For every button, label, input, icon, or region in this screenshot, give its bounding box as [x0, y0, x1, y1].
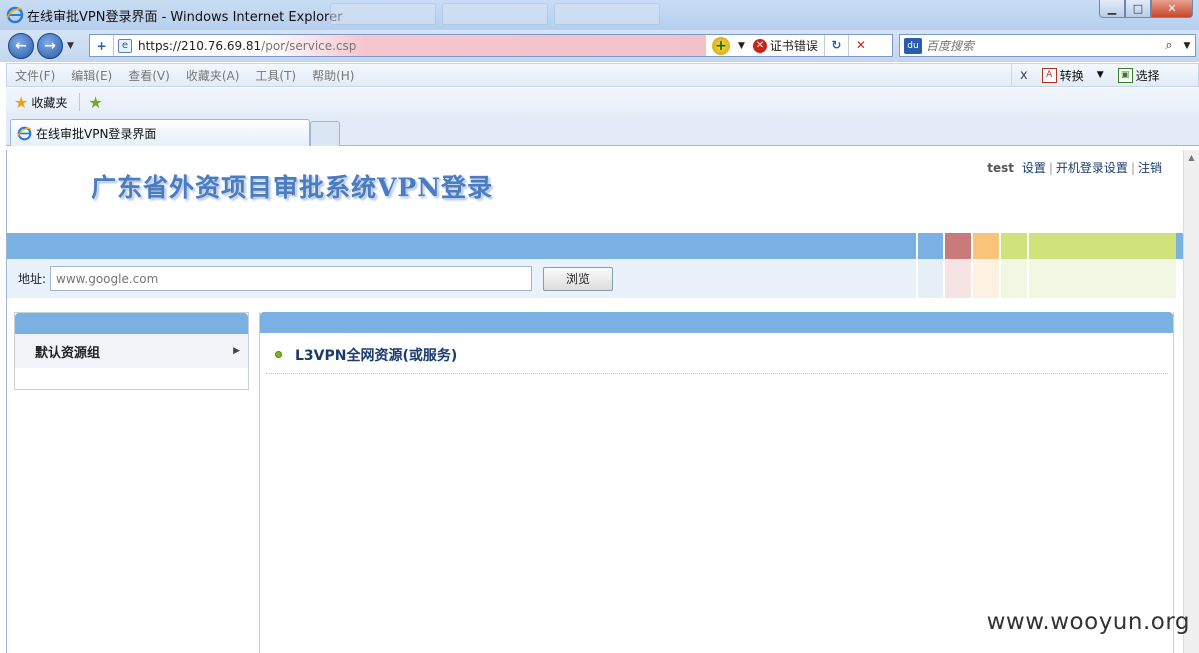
toolbar-right: x A 转换 ▼ ▣ 选择 — [1011, 64, 1160, 86]
pdf-convert-icon: A — [1041, 67, 1057, 83]
color-blocks — [916, 233, 1176, 298]
new-tab-button[interactable] — [310, 121, 340, 146]
menu-favorites[interactable]: 收藏夹(A) — [178, 67, 248, 84]
certificate-error-button[interactable]: ✕ 证书错误 — [752, 35, 825, 56]
navigation-bar: ← → ▼ + e https://210.76.69.81/por/servi… — [0, 30, 1199, 62]
resource-link[interactable]: L3VPN全网资源(或服务) — [295, 345, 457, 365]
window-titlebar: 在线审批VPN登录界面 - Windows Internet Explorer … — [0, 0, 1199, 30]
select-button[interactable]: ▣ 选择 — [1117, 67, 1160, 84]
page-header: 广东省外资项目审批系统VPN登录 test 设置 | 开机登录设置 | 注销 — [7, 150, 1183, 234]
convert-button[interactable]: A 转换 ▼ — [1041, 67, 1104, 84]
add-favorite-icon[interactable]: ★ — [88, 93, 102, 112]
search-dropdown-icon[interactable]: ▼ — [1179, 41, 1195, 51]
close-window-button[interactable]: ✕ — [1151, 0, 1193, 18]
search-box: du ⌕ ▼ — [899, 34, 1196, 57]
address-bar: + e https://210.76.69.81/por/service.csp… — [89, 34, 893, 57]
panel-header — [15, 313, 248, 334]
browse-button[interactable]: 浏览 — [543, 266, 614, 291]
watermark: www.wooyun.org — [986, 609, 1190, 635]
color-block — [916, 233, 943, 298]
menu-file[interactable]: 文件(F) — [7, 67, 63, 84]
favorites-bar: ★ 收藏夹 ★ — [6, 88, 1199, 116]
stop-button[interactable]: ✕ — [849, 35, 873, 56]
go-icon[interactable]: + — [712, 36, 730, 55]
divider: | — [1130, 161, 1135, 175]
convert-label: 转换 — [1059, 68, 1084, 83]
color-block — [1027, 233, 1176, 298]
bullet-icon — [275, 351, 282, 358]
resource-group-label: 默认资源组 — [35, 345, 101, 361]
close-toolbar-button[interactable]: x — [1020, 68, 1028, 83]
divider — [79, 93, 81, 111]
compatibility-icon[interactable]: + — [90, 35, 114, 56]
window-controls: ▁ □ ✕ — [1099, 0, 1193, 18]
forward-arrow-icon: → — [44, 38, 56, 54]
internet-explorer-icon — [6, 6, 24, 24]
address-dropdown-icon[interactable]: ▼ — [738, 41, 745, 51]
logout-link[interactable]: 注销 — [1138, 161, 1162, 175]
internet-explorer-icon — [17, 126, 32, 140]
chevron-right-icon: ▶ — [233, 346, 240, 356]
divider: | — [1048, 161, 1053, 175]
address-label: 地址: — [18, 272, 47, 286]
list-item: L3VPN全网资源(或服务) — [266, 336, 1168, 374]
minimize-button[interactable]: ▁ — [1099, 0, 1125, 18]
vertical-scrollbar[interactable]: ▲ — [1183, 150, 1199, 653]
favorites-button[interactable]: 收藏夹 — [31, 94, 67, 111]
address-input[interactable] — [50, 266, 533, 291]
startup-login-settings-link[interactable]: 开机登录设置 — [1056, 161, 1128, 175]
menu-tools[interactable]: 工具(T) — [247, 67, 304, 84]
page-icon: e — [118, 38, 132, 53]
select-icon: ▣ — [1117, 67, 1133, 83]
history-dropdown-icon[interactable]: ▼ — [67, 41, 74, 51]
certificate-error-label: 证书错误 — [769, 39, 818, 53]
color-block — [971, 233, 999, 298]
refresh-button[interactable]: ↻ — [825, 35, 849, 56]
select-label: 选择 — [1135, 68, 1160, 83]
user-links: test 设置 | 开机登录设置 | 注销 — [987, 159, 1162, 176]
background-windows — [330, 3, 660, 25]
back-button[interactable]: ← — [8, 33, 34, 59]
url-host: https://210.76.69.81 — [138, 38, 262, 53]
settings-link[interactable]: 设置 — [1022, 161, 1046, 175]
username: test — [987, 161, 1015, 175]
url-path: /por/service.csp — [261, 38, 357, 53]
page-title: 广东省外资项目审批系统VPN登录 — [91, 173, 494, 202]
tab-current[interactable]: 在线审批VPN登录界面 — [10, 119, 310, 146]
window-title: 在线审批VPN登录界面 - Windows Internet Explorer — [27, 9, 343, 25]
search-input[interactable] — [926, 38, 1159, 53]
baidu-paw-icon: du — [904, 37, 922, 54]
menu-bar: 文件(F) 编辑(E) 查看(V) 收藏夹(A) 工具(T) 帮助(H) x A… — [6, 63, 1199, 87]
favorites-star-icon[interactable]: ★ — [14, 93, 28, 112]
search-icon[interactable]: ⌕ — [1159, 38, 1179, 53]
maximize-button[interactable]: □ — [1125, 0, 1151, 18]
color-block — [943, 233, 971, 298]
resource-list-panel: L3VPN全网资源(或服务) — [259, 312, 1174, 653]
scroll-up-icon[interactable]: ▲ — [1184, 150, 1199, 166]
url-field[interactable]: https://210.76.69.81/por/service.csp — [136, 35, 706, 56]
page-viewport: 广东省外资项目审批系统VPN登录 test 设置|开机登录设置|注销 地址: 浏… — [6, 150, 1183, 653]
resource-group-item[interactable]: 默认资源组 ▶ — [15, 334, 248, 368]
resource-group-panel: 默认资源组 ▶ — [14, 312, 249, 390]
shield-error-icon: ✕ — [752, 38, 767, 53]
back-arrow-icon: ← — [15, 38, 27, 54]
address-row: 地址: 浏览 — [7, 259, 916, 298]
convert-dropdown-icon[interactable]: ▼ — [1097, 70, 1104, 80]
panel-header — [260, 312, 1173, 333]
menu-help[interactable]: 帮助(H) — [304, 67, 362, 84]
color-block — [999, 233, 1027, 298]
menu-view[interactable]: 查看(V) — [120, 67, 178, 84]
menu-edit[interactable]: 编辑(E) — [63, 67, 120, 84]
tab-strip: 在线审批VPN登录界面 — [6, 116, 1199, 146]
tab-label: 在线审批VPN登录界面 — [36, 126, 157, 141]
forward-button[interactable]: → — [37, 33, 63, 59]
